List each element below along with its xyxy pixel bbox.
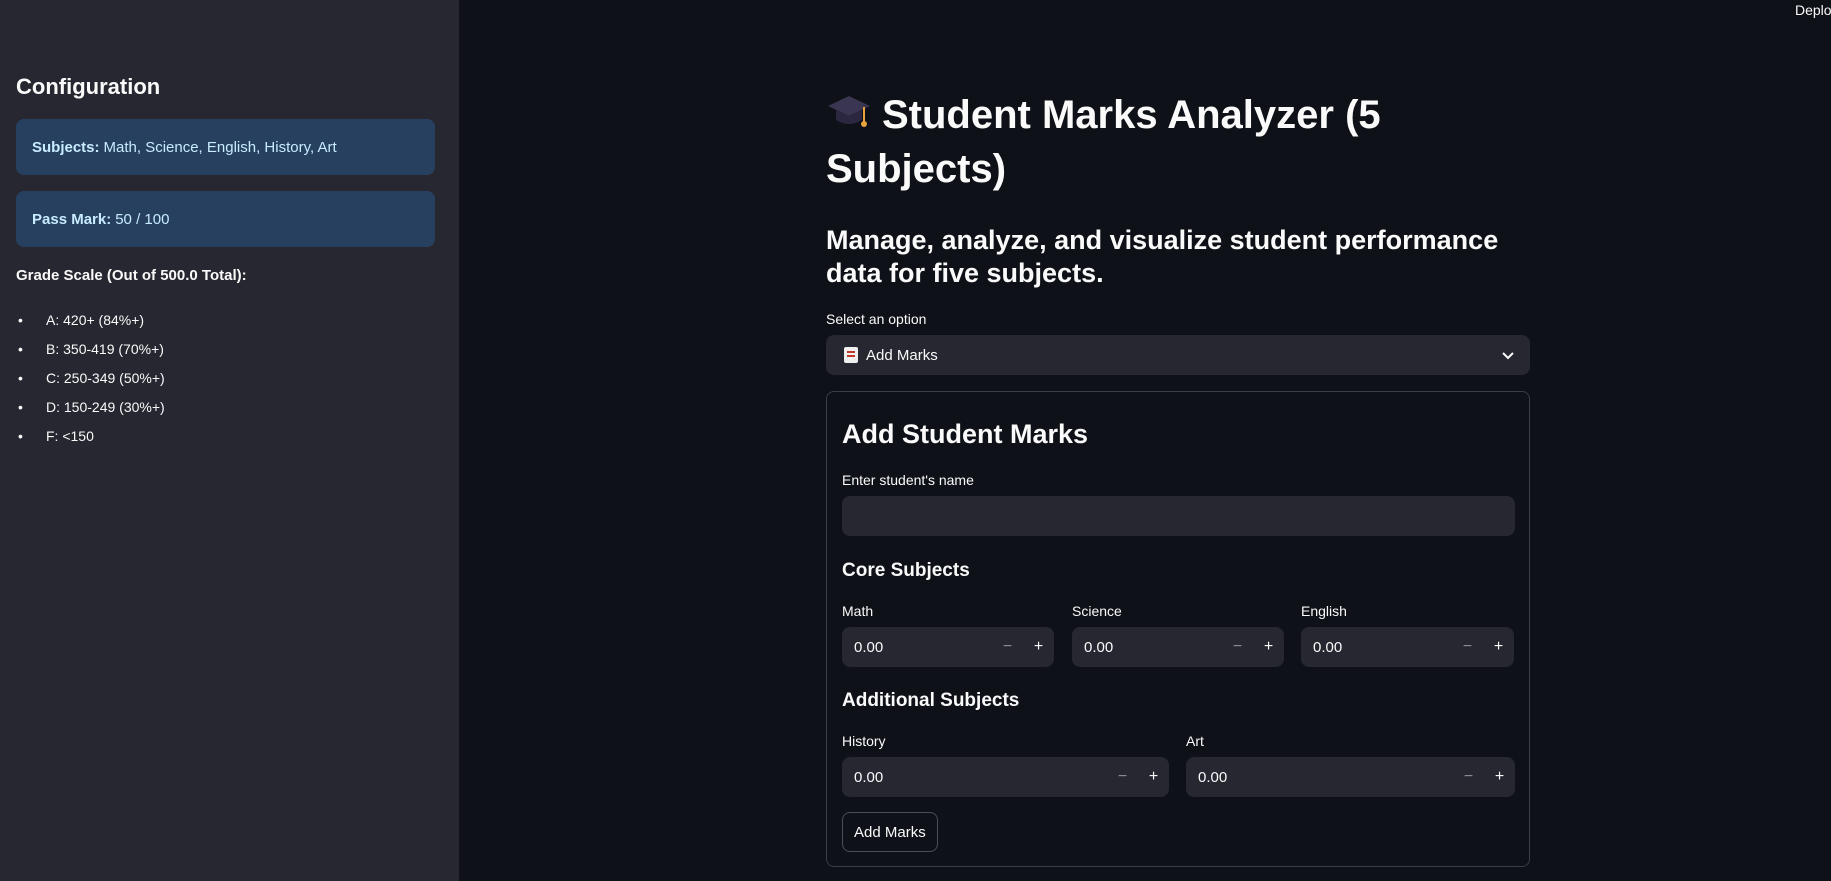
english-decrement-button[interactable]: − xyxy=(1452,627,1483,667)
pass-mark-value: 50 / 100 xyxy=(115,210,170,228)
student-name-label: Enter student's name xyxy=(842,472,974,488)
science-number-input[interactable]: 0.00 − + xyxy=(1072,627,1284,667)
add-marks-button[interactable]: Add Marks xyxy=(842,812,938,852)
pass-mark-info-box: Pass Mark: 50 / 100 xyxy=(16,191,435,247)
science-value: 0.00 xyxy=(1084,638,1114,656)
art-increment-button[interactable]: + xyxy=(1484,757,1515,797)
science-label: Science xyxy=(1072,603,1122,619)
art-value: 0.00 xyxy=(1198,768,1228,786)
grade-item: C: 250-349 (50%+) xyxy=(16,363,165,392)
subjects-value: Math, Science, English, History, Art xyxy=(103,138,337,156)
page-title-text: Student Marks Analyzer (5 Subjects) xyxy=(826,93,1381,191)
chevron-down-icon xyxy=(1502,352,1514,360)
grade-item: A: 420+ (84%+) xyxy=(16,305,165,334)
english-number-input[interactable]: 0.00 − + xyxy=(1301,627,1514,667)
grade-item: D: 150-249 (30%+) xyxy=(16,392,165,421)
document-icon xyxy=(844,347,858,363)
additional-subjects-heading: Additional Subjects xyxy=(842,690,1020,711)
grade-scale-heading: Grade Scale (Out of 500.0 Total): xyxy=(16,267,247,284)
science-increment-button[interactable]: + xyxy=(1253,627,1284,667)
history-increment-button[interactable]: + xyxy=(1138,757,1169,797)
option-select[interactable]: Add Marks xyxy=(826,335,1530,375)
math-decrement-button[interactable]: − xyxy=(992,627,1023,667)
deploy-button[interactable]: Deploy xyxy=(1795,2,1831,18)
grade-item: F: <150 xyxy=(16,421,165,450)
english-label: English xyxy=(1301,603,1347,619)
history-number-input[interactable]: 0.00 − + xyxy=(842,757,1169,797)
math-label: Math xyxy=(842,603,874,619)
history-value: 0.00 xyxy=(854,768,884,786)
art-label: Art xyxy=(1186,733,1204,749)
english-increment-button[interactable]: + xyxy=(1483,627,1514,667)
pass-mark-label: Pass Mark: xyxy=(32,210,112,228)
subjects-info-box: Subjects: Math, Science, English, Histor… xyxy=(16,119,435,175)
math-value: 0.00 xyxy=(854,638,884,656)
grade-scale-list: A: 420+ (84%+) B: 350-419 (70%+) C: 250-… xyxy=(16,305,165,450)
option-select-label: Select an option xyxy=(826,311,927,327)
history-label: History xyxy=(842,733,886,749)
history-decrement-button[interactable]: − xyxy=(1107,757,1138,797)
art-number-input[interactable]: 0.00 − + xyxy=(1186,757,1515,797)
add-marks-form: Add Student Marks Enter student's name C… xyxy=(826,391,1530,867)
form-heading: Add Student Marks xyxy=(842,419,1089,449)
math-number-input[interactable]: 0.00 − + xyxy=(842,627,1054,667)
sidebar: Configuration Subjects: Math, Science, E… xyxy=(0,0,459,881)
math-increment-button[interactable]: + xyxy=(1023,627,1054,667)
graduation-cap-icon xyxy=(828,96,870,127)
page-subtitle: Manage, analyze, and visualize student p… xyxy=(826,225,1499,288)
student-name-input[interactable] xyxy=(842,496,1515,536)
subjects-label: Subjects: xyxy=(32,138,100,156)
page-title: Student Marks Analyzer (5 Subjects) xyxy=(826,88,1530,196)
grade-item: B: 350-419 (70%+) xyxy=(16,334,165,363)
core-subjects-heading: Core Subjects xyxy=(842,560,970,581)
option-select-value: Add Marks xyxy=(866,346,938,364)
science-decrement-button[interactable]: − xyxy=(1222,627,1253,667)
english-value: 0.00 xyxy=(1313,638,1343,656)
art-decrement-button[interactable]: − xyxy=(1453,757,1484,797)
sidebar-heading: Configuration xyxy=(16,74,161,99)
